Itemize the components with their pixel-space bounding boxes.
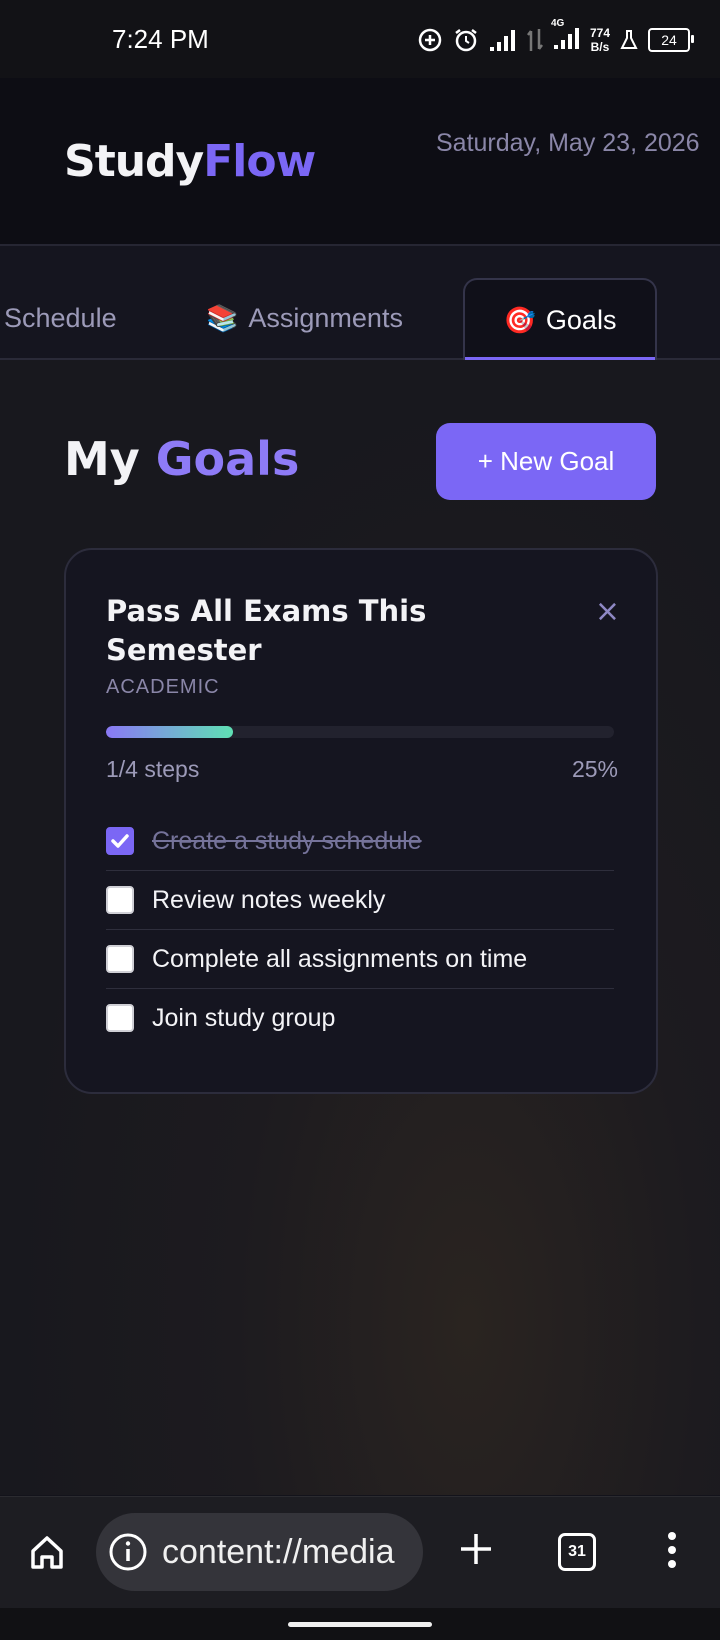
app-logo[interactable]: StudyFlow (64, 136, 316, 187)
step-checkbox[interactable] (106, 945, 134, 973)
status-bar: 7:24 PM 4G 774 B/s 24 (0, 0, 720, 78)
tab-goals[interactable]: 🎯 Goals (463, 278, 657, 360)
page-title-goals: Goals (155, 432, 300, 486)
page-title-my: My (64, 432, 140, 486)
signal-icon (489, 30, 515, 51)
step-item: Create a study schedule (106, 812, 614, 871)
logo-flow: Flow (203, 136, 316, 187)
network-speed-value: 774 (589, 26, 610, 40)
progress-fill (106, 726, 233, 738)
step-checkbox[interactable] (106, 827, 134, 855)
step-list: Create a study schedule Review notes wee… (106, 812, 614, 1047)
new-tab-icon[interactable] (458, 1531, 494, 1567)
step-item: Review notes weekly (106, 871, 614, 930)
tab-schedule-label: Schedule (4, 302, 117, 333)
home-icon[interactable] (28, 1533, 66, 1571)
signal-4g-icon: 4G (551, 18, 581, 54)
step-item: Join study group (106, 989, 614, 1047)
tab-assignments[interactable]: 📚 Assignments (206, 278, 403, 358)
tab-switcher-button[interactable]: 31 (558, 1533, 596, 1571)
tab-goals-label: Goals (545, 304, 617, 335)
lab-flask-icon (620, 30, 638, 49)
progress-percent: 25% (571, 756, 618, 782)
status-time: 7:24 PM (112, 24, 209, 54)
target-icon: 🎯 (503, 304, 536, 335)
progress-steps: 1/4 steps (106, 756, 200, 782)
battery-icon: 24 (648, 28, 694, 52)
url-text: content://media (162, 1532, 395, 1571)
checkmark-icon (111, 834, 129, 848)
more-menu-icon[interactable] (662, 1531, 682, 1571)
url-bar[interactable]: content://media (96, 1513, 423, 1591)
status-icons: 4G 774 B/s 24 (417, 18, 694, 58)
network-speed: 774 B/s (590, 26, 610, 54)
close-icon[interactable]: × (595, 594, 620, 629)
network-type-label: 4G (550, 18, 565, 29)
progress-bar (106, 726, 614, 738)
current-date: Saturday, May 23, 2026 (436, 129, 700, 157)
step-label: Join study group (152, 1003, 336, 1032)
tab-assignments-label: Assignments (248, 302, 403, 333)
data-arrows-icon (526, 29, 543, 51)
alarm-icon (455, 29, 477, 52)
battery-level: 24 (661, 32, 677, 48)
step-label: Complete all assignments on time (152, 944, 528, 973)
step-checkbox[interactable] (106, 1004, 134, 1032)
step-item: Complete all assignments on time (106, 930, 614, 989)
step-label: Review notes weekly (152, 885, 386, 914)
tab-schedule[interactable]: Schedule (4, 278, 117, 358)
goal-card: Pass All Exams This Semester × ACADEMIC … (64, 548, 658, 1094)
system-nav-bar (0, 1608, 720, 1640)
tab-bar: Schedule 📚 Assignments 🎯 Goals (0, 246, 720, 360)
app-header: StudyFlow Saturday, May 23, 2026 (0, 78, 720, 246)
info-icon[interactable] (108, 1532, 148, 1572)
page-title: My Goals (64, 432, 299, 486)
add-circle-icon (418, 28, 442, 52)
step-checkbox[interactable] (106, 886, 134, 914)
step-label: Create a study schedule (152, 826, 422, 855)
logo-study: Study (64, 136, 204, 187)
network-speed-unit: B/s (590, 40, 610, 54)
browser-toolbar: content://media 31 (0, 1496, 720, 1609)
goal-title: Pass All Exams This Semester (106, 594, 427, 667)
books-icon: 📚 (206, 302, 239, 333)
goal-category: ACADEMIC (106, 676, 220, 698)
new-goal-button[interactable]: + New Goal (436, 423, 656, 500)
home-gesture-bar[interactable] (288, 1622, 432, 1627)
